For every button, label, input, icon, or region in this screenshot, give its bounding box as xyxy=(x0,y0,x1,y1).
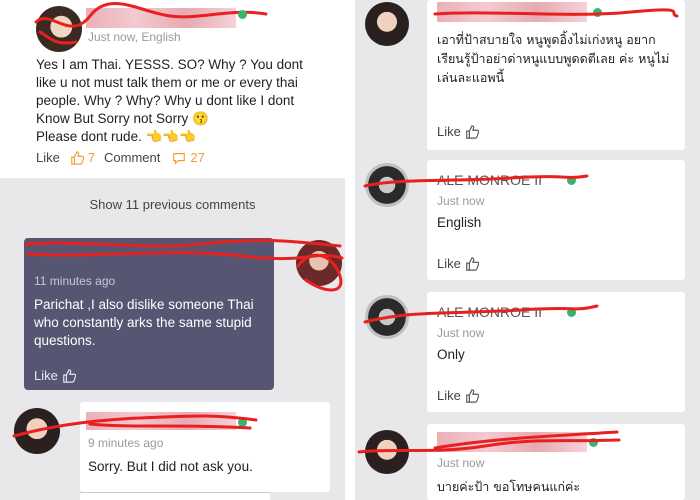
redacted-name xyxy=(437,2,587,22)
next-card-edge xyxy=(80,492,270,500)
online-dot-icon xyxy=(238,10,247,19)
comment-timestamp: 9 minutes ago xyxy=(88,436,164,450)
commenter-avatar[interactable] xyxy=(365,2,409,46)
comment-timestamp: Just now xyxy=(437,194,485,208)
thumbs-up-icon xyxy=(466,256,479,271)
comment-body: บายค่ะป้า ขอโทษคนแก่ค่ะ xyxy=(437,479,581,494)
comment-body: เอาที่ป้าสบายใจ หนูพูดอิ้งไม่เก่งหนู อยา… xyxy=(437,32,670,85)
comment-card: เอาที่ป้าสบายใจ หนูพูดอิ้งไม่เก่งหนู อยา… xyxy=(427,0,685,150)
like-label: Like xyxy=(437,256,461,271)
thumbs-up-icon xyxy=(63,368,76,383)
comment-body: Sorry. But I did not ask you. xyxy=(88,459,253,474)
redacted-name xyxy=(86,412,236,430)
online-dot-icon xyxy=(238,418,247,427)
online-dot-icon xyxy=(567,176,576,185)
post-author-avatar[interactable] xyxy=(36,6,82,52)
online-dot-icon xyxy=(567,308,576,317)
thumbs-up-icon xyxy=(71,150,84,165)
show-previous-comments-button[interactable]: Show 11 previous comments xyxy=(0,181,345,227)
comment-like-button[interactable]: Like xyxy=(437,256,479,271)
show-previous-label: Show 11 previous comments xyxy=(89,196,256,212)
speech-bubble-icon xyxy=(173,152,186,165)
comment-timestamp: Just now xyxy=(437,326,485,340)
thumbs-up-icon xyxy=(466,124,479,139)
right-screenshot-panel: เอาที่ป้าสบายใจ หนูพูดอิ้งไม่เก่งหนู อยา… xyxy=(355,0,700,500)
like-label: Like xyxy=(437,124,461,139)
online-dot-icon xyxy=(589,438,598,447)
post-like-count: 7 xyxy=(87,150,96,165)
thumbs-up-icon xyxy=(466,388,479,403)
comment-timestamp: 11 minutes ago xyxy=(34,274,116,288)
comment-body: English xyxy=(437,215,482,230)
comment-card: 9 minutes ago Sorry. But I did not ask y… xyxy=(80,402,330,492)
comment-body: Parichat ,I also dislike someone Thai wh… xyxy=(34,297,254,348)
commenter-name[interactable]: ALE MONROE II xyxy=(437,304,542,320)
comment-card: Just now บายค่ะป้า ขอโทษคนแก่ค่ะ xyxy=(427,424,685,500)
like-label: Like xyxy=(36,150,60,165)
redacted-name xyxy=(86,8,236,28)
post-like-button[interactable]: Like 7 xyxy=(36,150,95,165)
comment-card: ALE MONROE II Just now English Like xyxy=(427,160,685,280)
online-dot-icon xyxy=(593,8,602,17)
commenter-avatar[interactable] xyxy=(296,240,342,286)
highlighted-comment-card: 11 minutes ago Parichat ,I also dislike … xyxy=(24,238,274,390)
comment-like-button[interactable]: Like xyxy=(437,124,479,139)
like-label: Like xyxy=(34,368,58,383)
post-comment-button[interactable]: Comment 27 xyxy=(104,150,205,165)
redacted-name xyxy=(437,432,587,452)
panel-divider xyxy=(345,0,355,500)
comment-like-button[interactable]: Like xyxy=(437,388,479,403)
left-screenshot-panel: Just now, English Yes I am Thai. YESSS. … xyxy=(0,0,345,500)
comment-timestamp: Just now xyxy=(437,456,485,470)
commenter-avatar[interactable] xyxy=(365,295,409,339)
comment-label: Comment xyxy=(104,150,161,165)
commenter-avatar[interactable] xyxy=(14,408,60,454)
commenter-name[interactable]: ALE MONROE II xyxy=(437,172,542,188)
like-label: Like xyxy=(437,388,461,403)
post-card: Just now, English Yes I am Thai. YESSS. … xyxy=(0,0,345,178)
commenter-avatar[interactable] xyxy=(365,163,409,207)
comment-card: ALE MONROE II Just now Only Like xyxy=(427,292,685,412)
post-timestamp: Just now, English xyxy=(88,30,181,44)
comment-like-button[interactable]: Like xyxy=(34,368,76,383)
commenter-avatar[interactable] xyxy=(365,430,409,474)
post-comment-count: 27 xyxy=(190,150,205,165)
post-body: Yes I am Thai. YESSS. SO? Why ? You dont… xyxy=(36,57,303,144)
comment-body: Only xyxy=(437,347,465,362)
